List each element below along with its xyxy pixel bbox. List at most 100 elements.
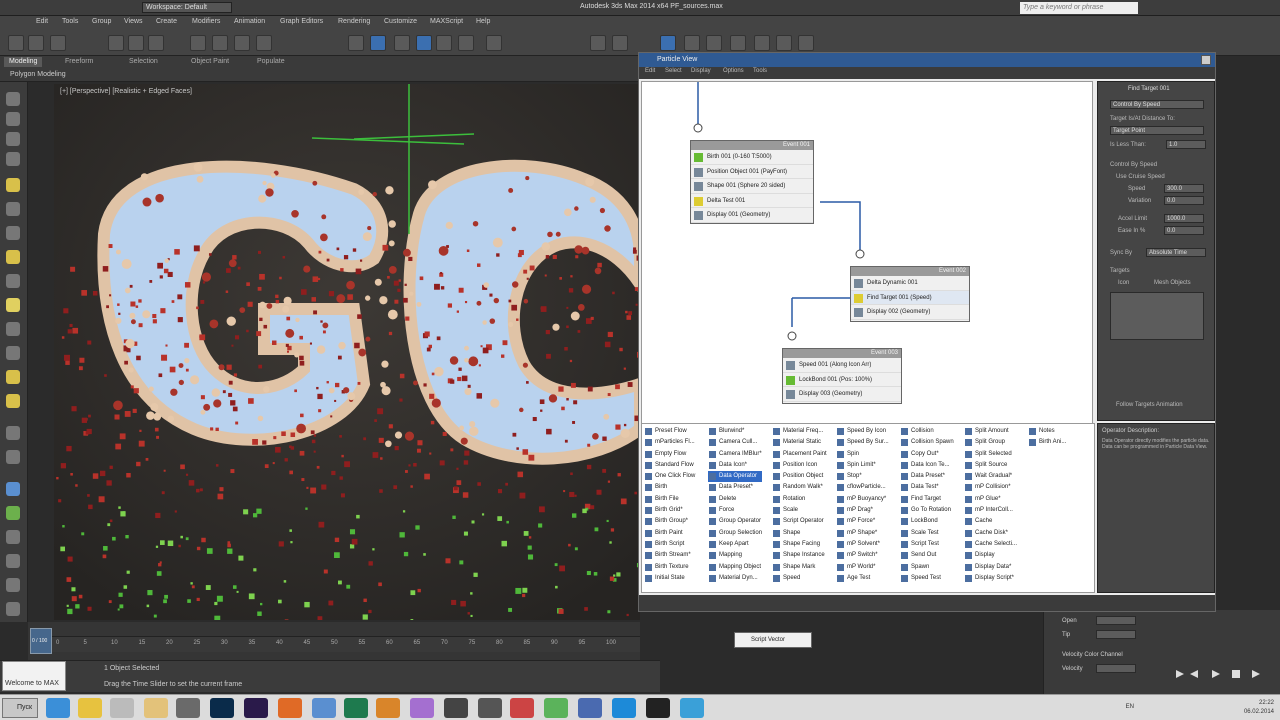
pv-menu-item[interactable]: Tools bbox=[753, 68, 767, 74]
perspective-viewport[interactable]: [+] [Perspective] [Realistic + Edged Fac… bbox=[54, 84, 640, 620]
depot-item[interactable]: mP Shape* bbox=[836, 528, 889, 539]
dropdown-icon[interactable] bbox=[798, 35, 814, 51]
depot-item[interactable]: Data Preset* bbox=[708, 482, 762, 493]
curve-editor-icon[interactable] bbox=[590, 35, 606, 51]
menu-item[interactable]: Graph Editors bbox=[280, 18, 323, 25]
depot-item[interactable]: Display bbox=[964, 550, 1017, 561]
depot-item[interactable]: Random Walk* bbox=[772, 482, 827, 493]
render-frame-icon[interactable] bbox=[706, 35, 722, 51]
depot-item[interactable]: Script Test bbox=[900, 539, 954, 550]
dynamics-icon[interactable] bbox=[6, 554, 20, 568]
app-icon[interactable] bbox=[312, 698, 336, 718]
create-icon[interactable] bbox=[6, 92, 20, 106]
depot-item[interactable]: Initial State bbox=[644, 573, 695, 584]
depot-item[interactable]: Shape Instance bbox=[772, 550, 827, 561]
variation-field[interactable]: 0.0 bbox=[1164, 196, 1204, 205]
menu-item[interactable]: Help bbox=[476, 18, 490, 25]
depot-item[interactable]: Copy Out* bbox=[900, 449, 954, 460]
operator-row[interactable]: Speed 001 (Along Icon Arr) bbox=[783, 358, 901, 373]
velocity-field[interactable] bbox=[1096, 664, 1136, 673]
language-indicator[interactable]: EN bbox=[1126, 703, 1134, 711]
ease-field[interactable]: 0.0 bbox=[1164, 226, 1204, 235]
menu-item[interactable]: Tools bbox=[62, 18, 78, 25]
ie-icon[interactable] bbox=[46, 698, 70, 718]
depot-item[interactable]: Display Data* bbox=[964, 562, 1017, 573]
menu-item[interactable]: Customize bbox=[384, 18, 417, 25]
nurbs-icon[interactable] bbox=[6, 530, 20, 544]
compound-icon[interactable] bbox=[6, 450, 20, 464]
depot-item[interactable]: Rotation bbox=[772, 494, 827, 505]
after-effects-icon[interactable] bbox=[244, 698, 268, 718]
redo-icon[interactable] bbox=[28, 35, 44, 51]
menu-item[interactable]: Modifiers bbox=[192, 18, 220, 25]
render-icon-left[interactable] bbox=[6, 578, 20, 592]
speed-field[interactable]: 300.0 bbox=[1164, 184, 1204, 193]
depot-item[interactable]: Birth Ani... bbox=[1028, 437, 1066, 448]
depot-item[interactable]: Data Icon Te... bbox=[900, 460, 954, 471]
depot-item[interactable]: Speed By Sur... bbox=[836, 437, 889, 448]
depot-item[interactable]: Birth File bbox=[644, 494, 695, 505]
depot-item[interactable]: Birth bbox=[644, 482, 695, 493]
menu-item[interactable]: Edit bbox=[36, 18, 48, 25]
depot-item[interactable]: Split Amount bbox=[964, 426, 1017, 437]
menu-item[interactable]: Animation bbox=[234, 18, 265, 25]
depot-item[interactable]: Material Freq... bbox=[772, 426, 827, 437]
time-slider[interactable]: 0 / 100 bbox=[30, 628, 52, 654]
depot-item[interactable]: Cache Selecti... bbox=[964, 539, 1017, 550]
patch-icon[interactable] bbox=[6, 506, 20, 520]
tab-object-paint[interactable]: Object Paint bbox=[186, 57, 234, 67]
box-icon[interactable] bbox=[6, 322, 20, 336]
depot-item[interactable]: Material Static bbox=[772, 437, 827, 448]
start-button[interactable]: Пуск bbox=[2, 698, 38, 718]
torus-icon[interactable] bbox=[6, 370, 20, 384]
camera-icon-task[interactable] bbox=[478, 698, 502, 718]
depot-item[interactable]: Empty Flow bbox=[644, 449, 695, 460]
depot-item[interactable]: Mapping bbox=[708, 550, 762, 561]
depot-item[interactable]: Data Test* bbox=[900, 482, 954, 493]
depot-item[interactable]: Send Out bbox=[900, 550, 954, 561]
depot-item[interactable]: Wait Gradual* bbox=[964, 471, 1017, 482]
tab-modeling[interactable]: Modeling bbox=[4, 57, 43, 67]
operator-row[interactable]: Position Object 001 (PayFont) bbox=[691, 165, 813, 179]
viewport-label[interactable]: [+] [Perspective] [Realistic + Edged Fac… bbox=[60, 88, 192, 95]
depot-item[interactable]: Position Icon bbox=[772, 460, 827, 471]
depot-item[interactable]: Force bbox=[708, 505, 762, 516]
depot-item[interactable]: Preset Flow bbox=[644, 426, 695, 437]
schematic-icon[interactable] bbox=[612, 35, 628, 51]
depot-item[interactable]: Script Operator bbox=[772, 516, 827, 527]
select-icon[interactable] bbox=[108, 35, 124, 51]
modify-icon[interactable] bbox=[6, 112, 20, 126]
menu-item[interactable]: MAXScript bbox=[430, 18, 463, 25]
depot-item[interactable]: Birth Script bbox=[644, 539, 695, 550]
depot-item[interactable]: One Click Flow bbox=[644, 471, 695, 482]
depot-item[interactable]: Data Icon* bbox=[708, 460, 762, 471]
app-icon[interactable] bbox=[544, 698, 568, 718]
depot-item[interactable]: Keep Apart bbox=[708, 539, 762, 550]
depot-item[interactable]: Blurwind* bbox=[708, 426, 762, 437]
pv-menu-item[interactable]: Display bbox=[691, 68, 711, 74]
refcoord-icon[interactable] bbox=[256, 35, 272, 51]
depot-item[interactable]: Shape Mark bbox=[772, 562, 827, 573]
depot-item[interactable]: Standard Flow bbox=[644, 460, 695, 471]
follow-checkbox[interactable]: Follow Targets Animation bbox=[1116, 402, 1183, 408]
firefox-icon[interactable] bbox=[278, 698, 302, 718]
depot-item[interactable]: Stop* bbox=[836, 471, 889, 482]
motion-icon[interactable] bbox=[6, 152, 20, 166]
icon-radio[interactable]: Icon bbox=[1118, 280, 1129, 286]
sync-select[interactable]: Absolute Time bbox=[1146, 248, 1206, 257]
depot-item[interactable]: LockBond bbox=[900, 516, 954, 527]
select-by-name-icon[interactable] bbox=[128, 35, 144, 51]
depot-item[interactable]: Scale bbox=[772, 505, 827, 516]
cylinder-icon[interactable] bbox=[6, 346, 20, 360]
operator-row[interactable]: Display 002 (Geometry) bbox=[851, 305, 969, 320]
mirror-icon[interactable] bbox=[436, 35, 452, 51]
app-icon[interactable] bbox=[646, 698, 670, 718]
align-icon[interactable] bbox=[458, 35, 474, 51]
utilities-icon[interactable] bbox=[6, 602, 20, 616]
depot-item[interactable]: Birth Stream* bbox=[644, 550, 695, 561]
app-icon[interactable] bbox=[510, 698, 534, 718]
cruise-checkbox[interactable]: Use Cruise Speed bbox=[1116, 174, 1165, 180]
depot-item[interactable]: Cache bbox=[964, 516, 1017, 527]
depot-item[interactable]: Shape Facing bbox=[772, 539, 827, 550]
operator-row[interactable]: Delta Dynamic 001 bbox=[851, 276, 969, 291]
